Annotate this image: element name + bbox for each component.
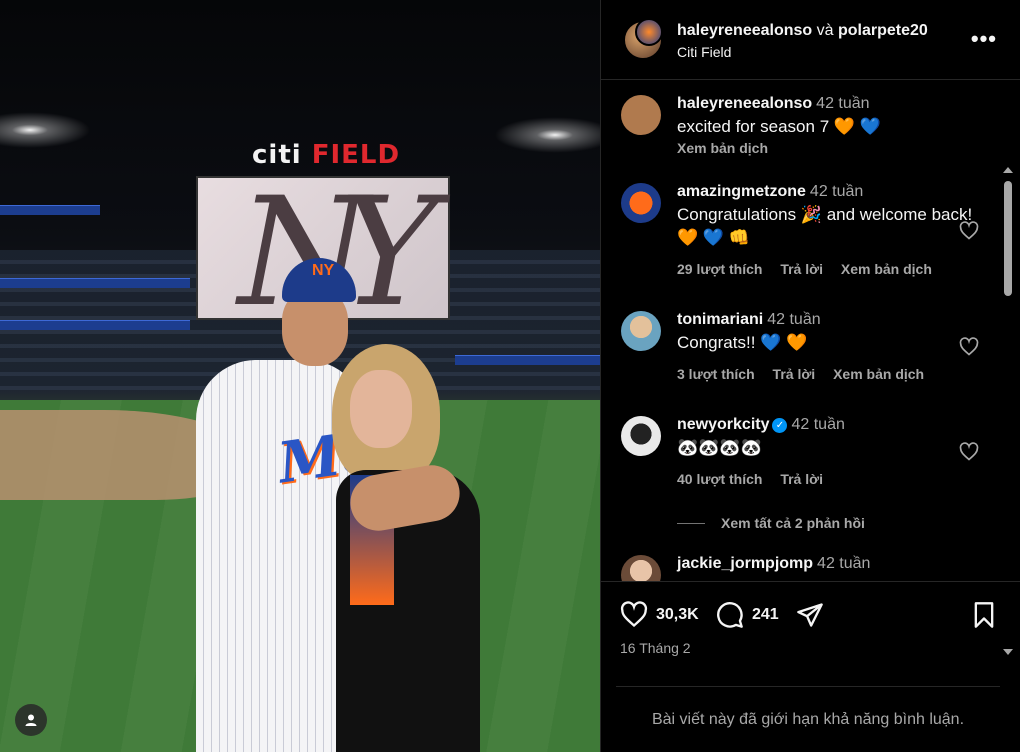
comment-time[interactable]: 42 tuần (816, 95, 869, 112)
translate-link[interactable]: Xem bản dịch (833, 366, 924, 382)
avatar[interactable] (621, 555, 661, 581)
comment-username[interactable]: newyorkcity (677, 416, 769, 433)
author-username[interactable]: haleyreneealonso (677, 22, 812, 39)
comments-count: 241 (752, 606, 779, 623)
comments-limited-notice: Bài viết này đã giới hạn khả năng bình l… (616, 686, 1000, 752)
comment-time[interactable]: 42 tuần (817, 555, 870, 572)
share-button[interactable] (796, 600, 824, 630)
comment-username[interactable]: jackie_jormpjomp (677, 555, 813, 572)
avatar[interactable] (621, 311, 661, 351)
likes-count[interactable]: 29 lượt thích (677, 261, 762, 277)
likes-count[interactable]: 3 lượt thích (677, 366, 755, 382)
tagged-people-button[interactable] (15, 704, 47, 736)
translate-link[interactable]: Xem bản dịch (841, 261, 932, 277)
reply-button[interactable]: Trả lời (773, 366, 816, 382)
view-replies-button[interactable]: Xem tất cả 2 phản hồi (677, 515, 865, 531)
comment-icon (717, 602, 743, 628)
stadium-banner (455, 355, 600, 365)
likes-count[interactable]: 40 lượt thích (677, 471, 762, 487)
heart-icon[interactable] (959, 337, 979, 357)
bookmark-icon (974, 602, 994, 628)
collaborator-avatar[interactable] (635, 18, 663, 46)
avatar[interactable] (621, 183, 661, 223)
collab-joiner: và (816, 22, 834, 39)
reply-button[interactable]: Trả lời (780, 471, 823, 487)
comment-time[interactable]: 42 tuần (791, 416, 844, 433)
like-button[interactable]: 30,3K (620, 600, 699, 630)
comment-text: Congrats!! 💙 🧡 (677, 333, 808, 352)
heart-icon[interactable] (959, 442, 979, 462)
stadium-banner (0, 278, 190, 288)
post-authors: haleyreneealonso và polarpete20 (677, 22, 928, 40)
likes-count[interactable]: 30,3K (656, 606, 699, 624)
comment-text: excited for season 7 🧡 💙 (677, 117, 881, 136)
divider-line (677, 523, 705, 524)
scroll-up-arrow-icon[interactable] (1003, 167, 1013, 173)
post-date[interactable]: 16 Tháng 2 (620, 640, 691, 656)
more-icon: ••• (970, 26, 997, 51)
avatar[interactable] (621, 95, 661, 135)
more-options-button[interactable]: ••• (971, 26, 997, 52)
comment-text: Congratulations 🎉 and welcome back! 🧡 💙 … (677, 205, 973, 247)
translate-link[interactable]: Xem bản dịch (677, 140, 768, 156)
scrollbar-thumb[interactable] (1004, 181, 1012, 296)
post-location[interactable]: Citi Field (677, 44, 731, 60)
post-photo[interactable]: citi FIELD NY Mets NY (0, 0, 600, 752)
comments-list[interactable]: haleyreneealonso 42 tuần excited for seas… (601, 81, 1005, 581)
heart-icon (620, 601, 648, 628)
comment-time[interactable]: 42 tuần (810, 183, 863, 200)
post-header: haleyreneealonso và polarpete20 Citi Fie… (601, 0, 1020, 80)
comments-scrollbar[interactable] (1001, 81, 1015, 655)
comment-username[interactable]: haleyreneealonso (677, 95, 812, 112)
person-icon (25, 714, 37, 726)
comment-time[interactable]: 42 tuần (767, 311, 820, 328)
collaborator-username[interactable]: polarpete20 (838, 22, 928, 39)
comment-text: 🐼🐼🐼🐼 (677, 438, 762, 457)
reply-button[interactable]: Trả lời (780, 261, 823, 277)
avatar[interactable] (621, 416, 661, 456)
view-replies-label: Xem tất cả 2 phản hồi (721, 515, 865, 531)
stadium-banner (0, 205, 100, 215)
comment-username[interactable]: tonimariani (677, 311, 763, 328)
heart-icon[interactable] (959, 221, 979, 241)
cap-logo: NY (312, 262, 335, 279)
save-button[interactable] (970, 600, 998, 630)
comment-username[interactable]: amazingmetzone (677, 183, 806, 200)
comment-button[interactable]: 241 (716, 600, 779, 630)
woman-face (350, 370, 412, 448)
verified-badge-icon: ✓ (772, 418, 788, 433)
stadium-banner (0, 320, 190, 330)
share-icon (797, 603, 823, 627)
